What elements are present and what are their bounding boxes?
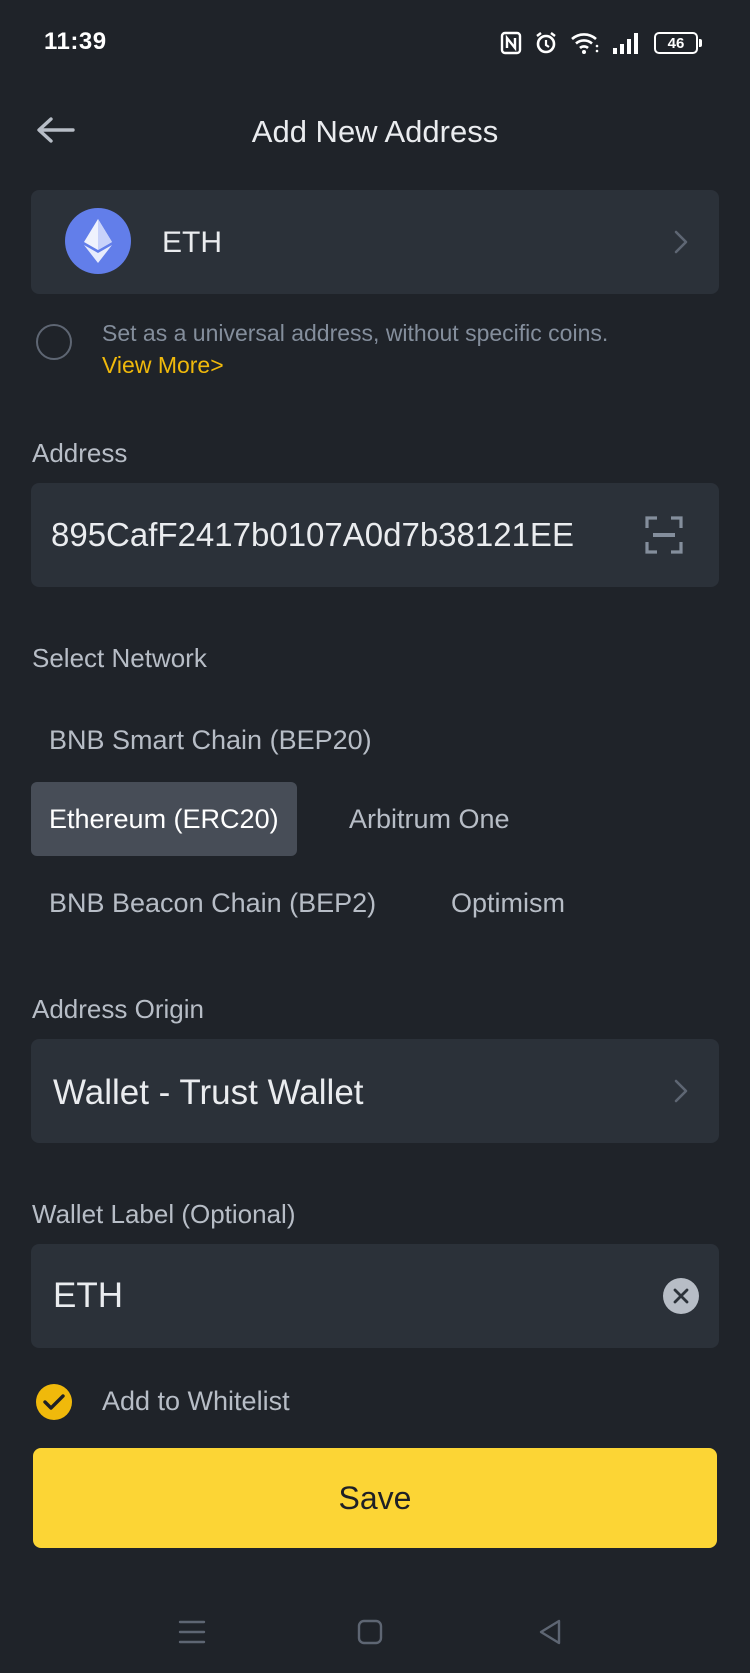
chevron-right-icon [671,228,691,256]
wallet-label-label: Wallet Label (Optional) [32,1199,296,1229]
ethereum-logo-icon [65,208,131,274]
home-icon[interactable] [350,1614,390,1650]
save-button[interactable]: Save [33,1448,717,1548]
address-origin-selector[interactable]: Wallet - Trust Wallet [31,1039,719,1143]
scan-icon[interactable] [645,516,683,554]
status-bar: 11:39 46 [0,0,750,86]
universal-address-radio[interactable] [36,324,72,360]
address-origin-label: Address Origin [32,994,204,1024]
wallet-label-field[interactable] [31,1244,719,1348]
universal-address-text: Set as a universal address, without spec… [102,320,609,346]
signal-icon [612,31,642,55]
universal-address-option: Set as a universal address, without spec… [36,318,716,378]
menu-icon[interactable] [172,1614,212,1650]
whitelist-label: Add to Whitelist [102,1386,290,1416]
battery-icon: 46 [654,32,702,54]
address-field[interactable]: 895CafF2417b0107A0d7b38121EE [31,483,719,587]
whitelist-option: Add to Whitelist [36,1382,716,1428]
header: Add New Address [0,96,750,168]
clear-icon[interactable] [663,1278,699,1314]
network-option-arbitrum[interactable]: Arbitrum One [331,782,528,856]
wifi-icon [570,31,600,55]
coin-selector[interactable]: ETH [31,190,719,294]
system-nav-bar [0,1590,750,1666]
coin-name: ETH [162,226,222,259]
view-more-link[interactable]: View More> [102,352,224,379]
network-label: Select Network [32,643,207,673]
network-option-optimism[interactable]: Optimism [433,866,583,940]
address-input[interactable]: 895CafF2417b0107A0d7b38121EE [51,516,651,554]
address-label: Address [32,438,128,468]
network-option-ethereum[interactable]: Ethereum (ERC20) [31,782,297,856]
back-nav-icon[interactable] [530,1614,570,1650]
alarm-icon [534,31,558,55]
page-title: Add New Address [251,114,499,149]
network-option-bnb-smart-chain[interactable]: BNB Smart Chain (BEP20) [31,703,390,777]
whitelist-checkbox[interactable] [36,1384,72,1420]
status-icons: 46 [500,26,702,60]
status-time: 11:39 [44,28,107,55]
nfc-icon [500,31,522,55]
address-origin-value: Wallet - Trust Wallet [53,1073,364,1112]
wallet-label-input[interactable] [53,1274,613,1318]
network-option-bnb-beacon-chain[interactable]: BNB Beacon Chain (BEP2) [31,866,394,940]
chevron-right-icon [671,1077,691,1105]
